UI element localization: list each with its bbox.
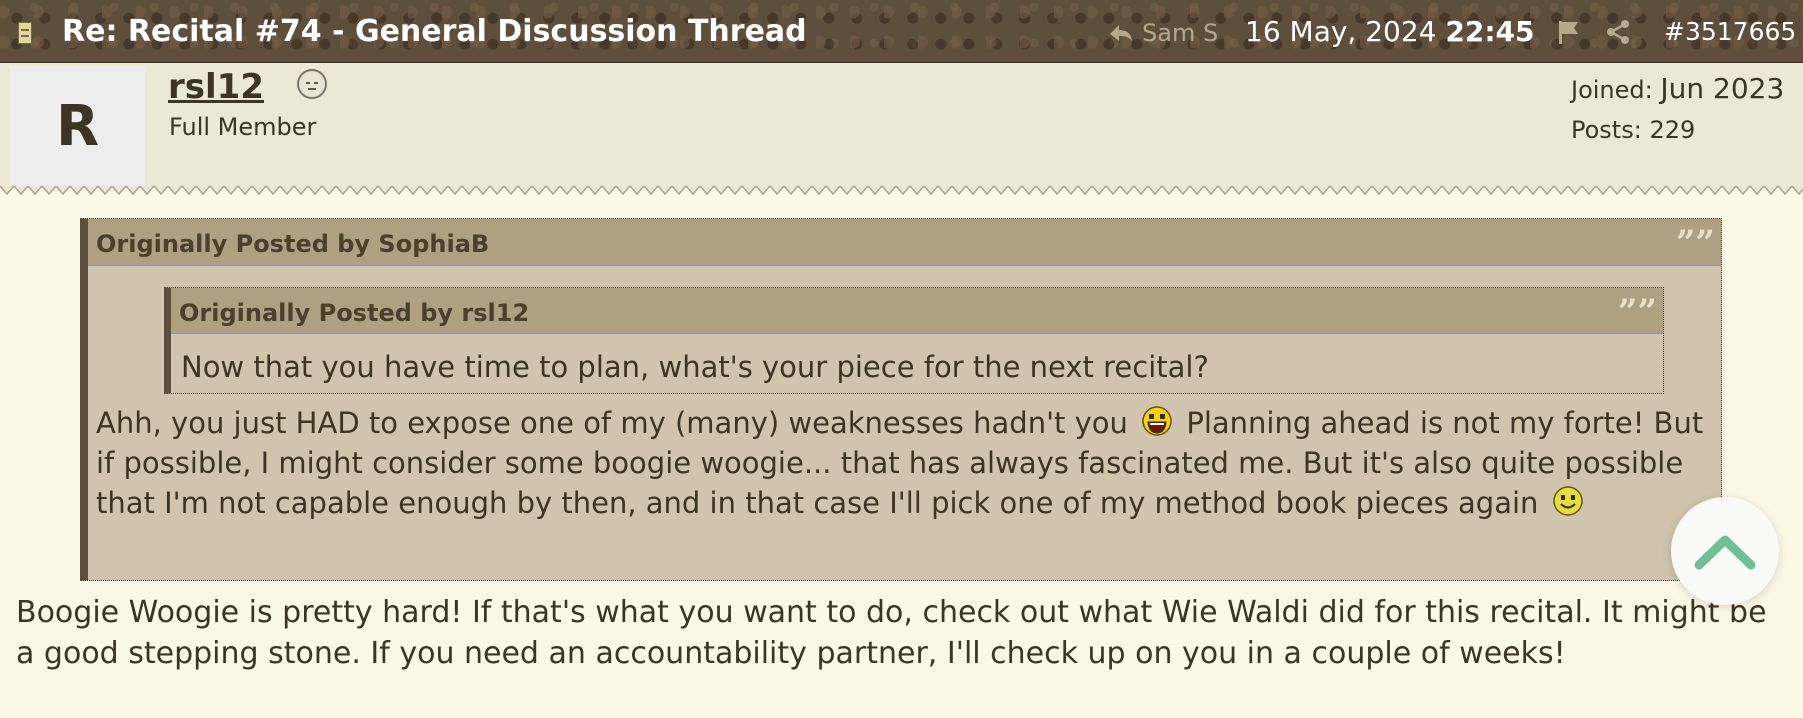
quote-outer: Originally Posted by SophiaB ”” Original… bbox=[80, 218, 1722, 581]
chevron-up-icon bbox=[1694, 535, 1756, 570]
reply-to-link[interactable]: Sam S bbox=[1108, 19, 1218, 47]
post-message: Boogie Woogie is pretty hard! If that's … bbox=[16, 595, 1767, 671]
quote-outer-text: Ahh, you just HAD to expose one of my (m… bbox=[96, 403, 1716, 523]
post-header: Re: Recital #74 - General Discussion Thr… bbox=[0, 0, 1803, 63]
laughing-smiley-icon bbox=[1142, 406, 1172, 436]
joined-label: Joined: bbox=[1571, 76, 1653, 104]
joined-value: Jun 2023 bbox=[1660, 72, 1785, 105]
quote-outer-header: Originally Posted by SophiaB ”” bbox=[88, 219, 1721, 266]
quote-outer-text-a: Ahh, you just HAD to expose one of my (m… bbox=[96, 406, 1128, 440]
joined-info: Joined: Jun 2023 bbox=[1571, 72, 1784, 105]
post-date: 16 May, 2024 22:45 bbox=[1245, 15, 1535, 48]
post-title[interactable]: Re: Recital #74 - General Discussion Thr… bbox=[62, 14, 807, 49]
username-link[interactable]: rsl12 bbox=[168, 67, 264, 107]
scroll-to-top-button[interactable] bbox=[1671, 497, 1779, 605]
reply-arrow-icon bbox=[1110, 25, 1132, 41]
zigzag-divider bbox=[0, 178, 1803, 202]
posts-count: Posts: 229 bbox=[1571, 116, 1695, 144]
post-date-day: 16 May, 2024 bbox=[1245, 15, 1437, 48]
post-number-link[interactable]: #3517665 bbox=[1664, 17, 1796, 46]
thread-icon bbox=[18, 22, 32, 44]
quote-mark-icon: ”” bbox=[1675, 223, 1715, 263]
quote-inner: Originally Posted by rsl12 ”” Now that y… bbox=[164, 287, 1664, 394]
quote-outer-author[interactable]: Originally Posted by SophiaB bbox=[96, 230, 489, 258]
quote-inner-author[interactable]: Originally Posted by rsl12 bbox=[179, 299, 529, 327]
posts-label: Posts: bbox=[1571, 116, 1642, 144]
posts-value: 229 bbox=[1649, 116, 1696, 144]
quote-inner-text: Now that you have time to plan, what's y… bbox=[181, 350, 1209, 384]
flag-icon[interactable] bbox=[1556, 19, 1582, 45]
reply-to-name: Sam S bbox=[1142, 19, 1219, 47]
share-icon[interactable] bbox=[1605, 19, 1631, 45]
user-title: Full Member bbox=[169, 113, 317, 141]
smiley-icon bbox=[1552, 486, 1583, 516]
quote-mark-icon: ”” bbox=[1617, 292, 1657, 332]
quote-inner-header: Originally Posted by rsl12 ”” bbox=[171, 288, 1663, 334]
avatar-letter: R bbox=[55, 93, 100, 159]
avatar[interactable]: R bbox=[10, 66, 145, 186]
post-time: 22:45 bbox=[1445, 15, 1535, 48]
offline-status-icon bbox=[297, 69, 327, 99]
